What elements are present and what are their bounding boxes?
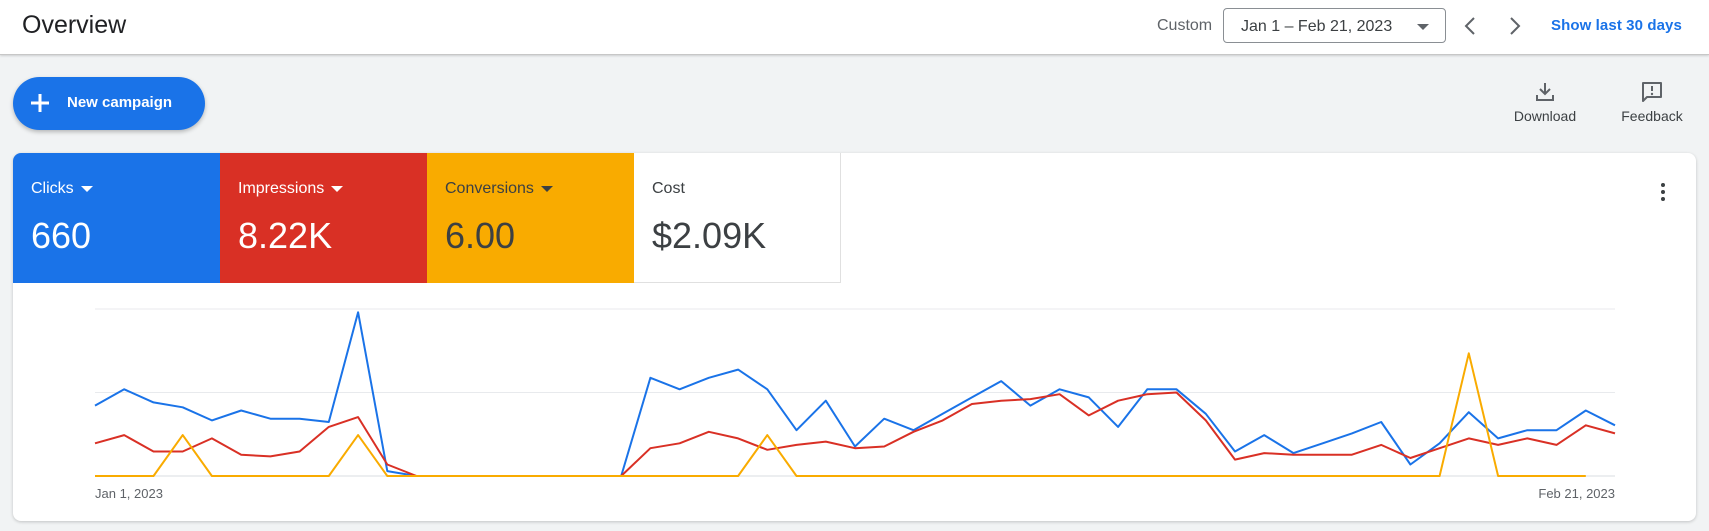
feedback-icon (1642, 82, 1662, 102)
feedback-button[interactable]: Feedback (1607, 80, 1697, 130)
date-range-select[interactable]: Jan 1 – Feb 21, 2023 (1223, 8, 1446, 43)
new-campaign-button[interactable]: New campaign (13, 77, 205, 130)
chevron-left-icon (1464, 17, 1475, 35)
chevron-right-icon (1510, 17, 1521, 35)
download-button[interactable]: Download (1500, 80, 1590, 130)
plus-icon (31, 94, 49, 112)
new-campaign-label: New campaign (67, 94, 173, 111)
download-label: Download (1513, 108, 1577, 124)
series-line-0 (94, 311, 1616, 477)
date-range-value: Jan 1 – Feb 21, 2023 (1241, 18, 1393, 35)
previous-period-button[interactable] (1458, 13, 1484, 39)
dropdown-caret-icon (1417, 24, 1429, 30)
x-axis-end-label: Feb 21, 2023 (1538, 486, 1615, 501)
x-axis-start-label: Jan 1, 2023 (95, 486, 163, 501)
performance-line-chart: Jan 1, 2023 Feb 21, 2023 (94, 308, 1616, 501)
series-line-1 (94, 391, 1616, 477)
date-range-type-label: Custom (1157, 17, 1213, 34)
series-line-2 (95, 352, 1586, 477)
top-bar: Overview Custom Jan 1 – Feb 21, 2023 Sho… (0, 0, 1709, 55)
page-title: Overview (22, 11, 127, 39)
feedback-label: Feedback (1621, 108, 1683, 124)
download-icon (1536, 83, 1554, 101)
performance-card: Clicks 660 Impressions 8.22K Conversions… (13, 153, 1696, 521)
next-period-button[interactable] (1501, 13, 1527, 39)
show-last-30-days-link[interactable]: Show last 30 days (1551, 17, 1682, 34)
